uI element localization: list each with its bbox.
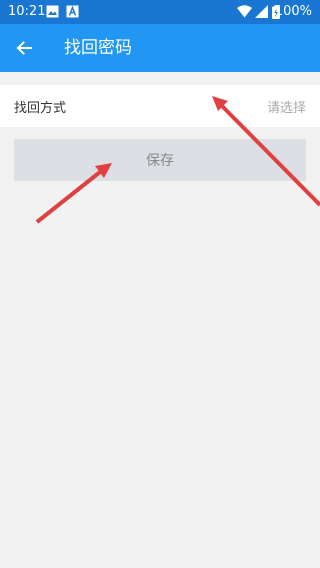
save-button[interactable]: 保存: [14, 139, 306, 181]
recovery-method-select[interactable]: 找回方式 请选择: [0, 85, 320, 127]
status-time: 10:21: [8, 4, 46, 19]
page-title: 找回密码: [64, 38, 132, 58]
status-bar: 10:21 100%: [0, 0, 320, 24]
arrow-back-icon[interactable]: [12, 36, 36, 60]
recovery-method-placeholder: 请选择: [266, 101, 306, 116]
image-icon: [46, 5, 59, 18]
signal-icon: [255, 5, 268, 18]
font-icon: [66, 5, 79, 18]
battery-percent: 100%: [274, 4, 312, 19]
wifi-icon: [237, 5, 252, 18]
recovery-method-label: 找回方式: [14, 101, 67, 116]
app-bar: 找回密码: [0, 24, 320, 72]
save-button-label: 保存: [146, 153, 174, 169]
